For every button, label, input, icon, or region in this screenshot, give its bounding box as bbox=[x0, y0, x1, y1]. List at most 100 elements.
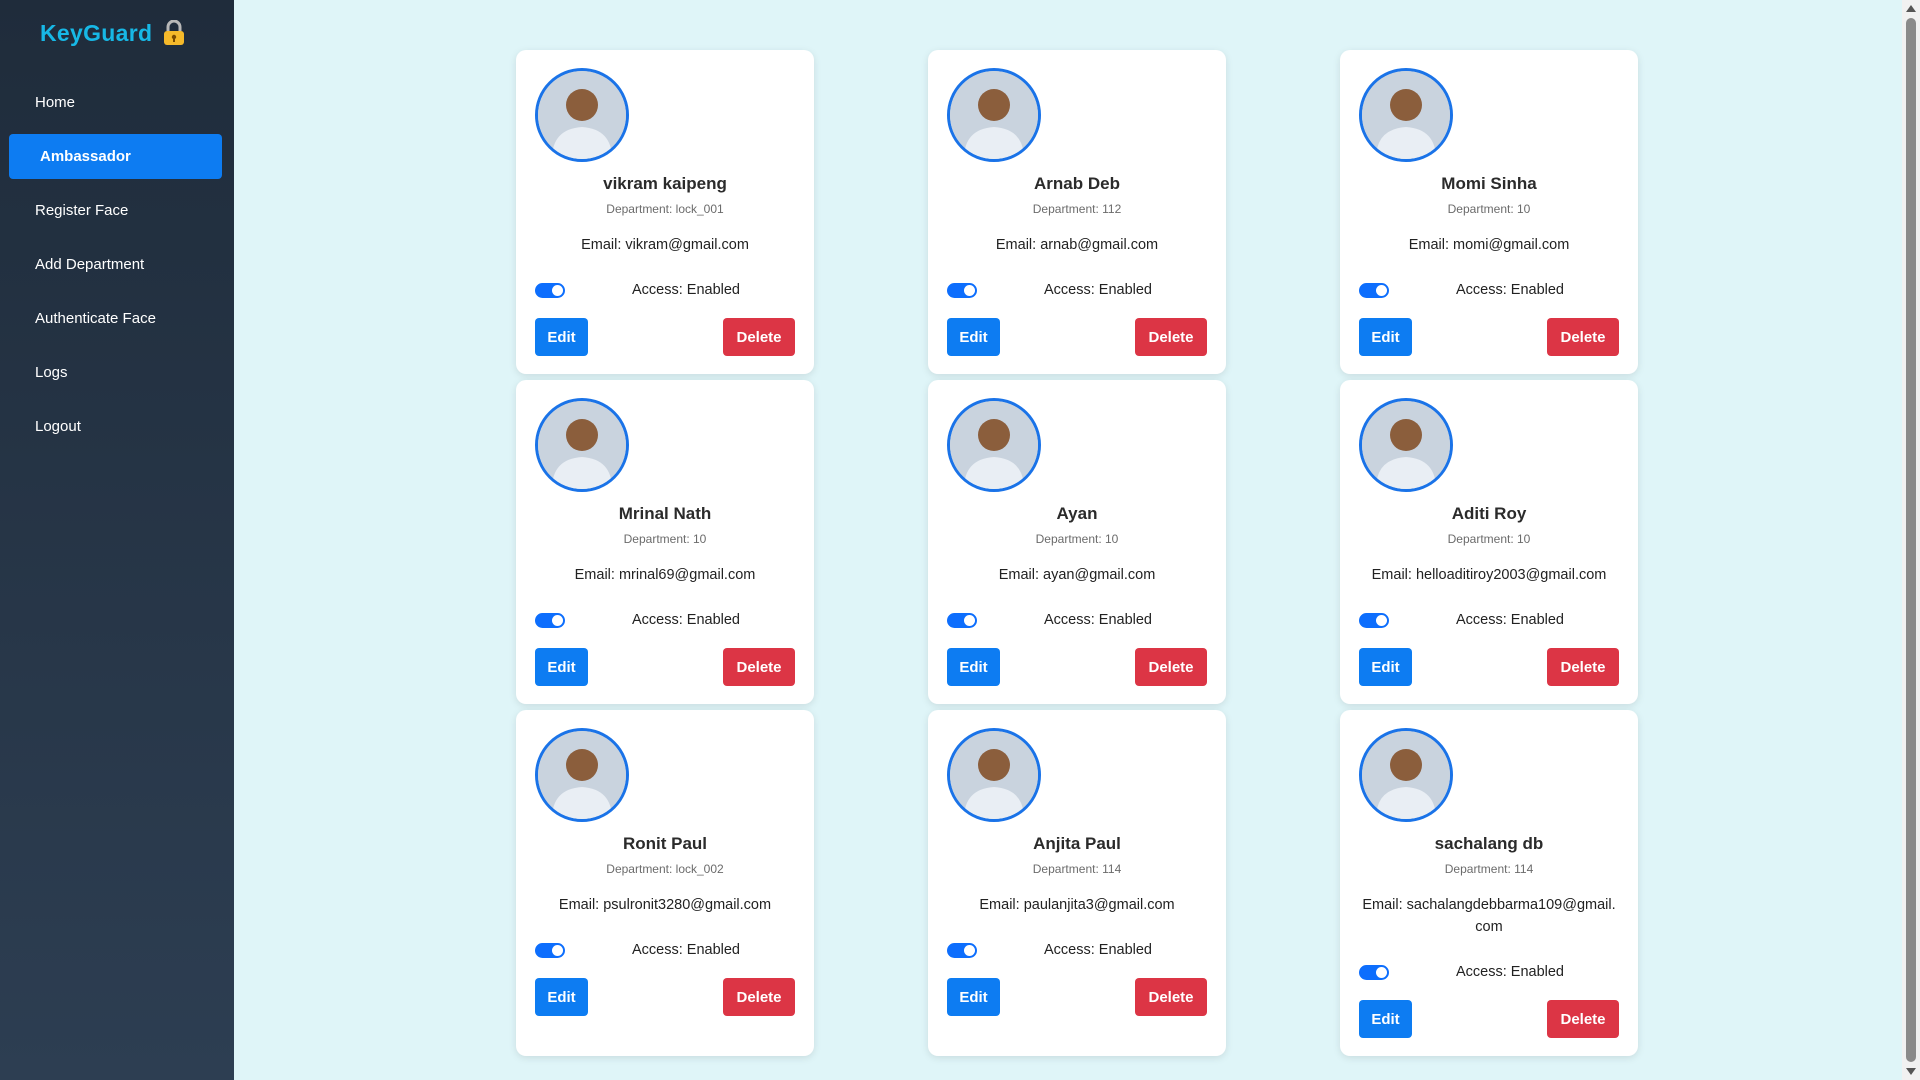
access-status: Access: Enabled bbox=[1043, 942, 1152, 958]
access-status: Access: Enabled bbox=[631, 942, 740, 958]
ambassador-department: Department: lock_002 bbox=[606, 862, 724, 876]
access-toggle[interactable] bbox=[947, 612, 977, 628]
ambassador-email: Email: paulanjita3@gmail.com bbox=[979, 897, 1175, 913]
edit-button[interactable]: Edit bbox=[535, 318, 588, 356]
access-status: Access: Enabled bbox=[1043, 282, 1152, 298]
main-content: vikram kaipeng Department: lock_001 Emai… bbox=[234, 0, 1902, 1080]
ambassador-name: vikram kaipeng bbox=[603, 174, 727, 193]
ambassador-email: Email: sachalangdebbarma109@gmail.com bbox=[1362, 897, 1616, 935]
app-title: KeyGuard bbox=[40, 19, 153, 46]
edit-button[interactable]: Edit bbox=[1359, 648, 1412, 686]
access-row: Access: Enabled bbox=[535, 280, 795, 300]
delete-button[interactable]: Delete bbox=[1547, 318, 1619, 356]
access-status: Access: Enabled bbox=[1455, 964, 1564, 980]
edit-button[interactable]: Edit bbox=[535, 648, 588, 686]
ambassador-department: Department: 112 bbox=[1032, 202, 1122, 216]
ambassador-card: vikram kaipeng Department: lock_001 Emai… bbox=[516, 50, 814, 374]
ambassador-name: Arnab Deb bbox=[1034, 174, 1120, 193]
ambassador-department: Department: 10 bbox=[1035, 532, 1119, 546]
edit-button[interactable]: Edit bbox=[947, 648, 1000, 686]
sidebar-item-home[interactable]: Home bbox=[12, 80, 222, 125]
sidebar-item-authenticate-face[interactable]: Authenticate Face bbox=[12, 296, 222, 341]
ambassador-department: Department: 10 bbox=[1447, 532, 1531, 546]
scroll-up-icon[interactable] bbox=[1906, 5, 1916, 12]
edit-button[interactable]: Edit bbox=[947, 978, 1000, 1016]
access-status: Access: Enabled bbox=[631, 282, 740, 298]
sidebar-item-ambassador[interactable]: Ambassador bbox=[12, 134, 222, 179]
page-scrollbar[interactable] bbox=[1902, 0, 1920, 1080]
delete-button[interactable]: Delete bbox=[1135, 978, 1207, 1016]
delete-button[interactable]: Delete bbox=[1135, 648, 1207, 686]
ambassador-department: Department: 10 bbox=[623, 532, 707, 546]
sidebar-item-register-face[interactable]: Register Face bbox=[12, 188, 222, 233]
card-actions: Edit Delete bbox=[535, 318, 795, 356]
delete-button[interactable]: Delete bbox=[1135, 318, 1207, 356]
ambassador-department: Department: lock_001 bbox=[606, 202, 724, 216]
edit-button[interactable]: Edit bbox=[1359, 1000, 1412, 1038]
ambassador-name: sachalang db bbox=[1434, 834, 1544, 853]
access-toggle[interactable] bbox=[535, 282, 565, 298]
card-actions: Edit Delete bbox=[1359, 1000, 1619, 1038]
ambassador-card: Momi Sinha Department: 10 Email: momi@gm… bbox=[1340, 50, 1638, 374]
delete-button[interactable]: Delete bbox=[1547, 1000, 1619, 1038]
access-toggle[interactable] bbox=[947, 942, 977, 958]
avatar bbox=[535, 398, 629, 492]
card-actions: Edit Delete bbox=[947, 648, 1207, 686]
delete-button[interactable]: Delete bbox=[723, 318, 795, 356]
access-toggle[interactable] bbox=[1359, 612, 1389, 628]
delete-button[interactable]: Delete bbox=[723, 648, 795, 686]
card-actions: Edit Delete bbox=[535, 648, 795, 686]
access-toggle[interactable] bbox=[947, 282, 977, 298]
sidebar-item-logs[interactable]: Logs bbox=[12, 350, 222, 395]
avatar bbox=[947, 728, 1041, 822]
scroll-down-icon[interactable] bbox=[1906, 1068, 1916, 1075]
access-row: Access: Enabled bbox=[1359, 610, 1619, 630]
sidebar-item-logout[interactable]: Logout bbox=[12, 404, 222, 449]
ambassador-department: Department: 114 bbox=[1032, 862, 1122, 876]
ambassador-card: Ayan Department: 10 Email: ayan@gmail.co… bbox=[928, 380, 1226, 704]
card-actions: Edit Delete bbox=[947, 318, 1207, 356]
edit-button[interactable]: Edit bbox=[1359, 318, 1412, 356]
scroll-thumb[interactable] bbox=[1906, 18, 1916, 1062]
ambassador-name: Ronit Paul bbox=[622, 834, 708, 853]
access-row: Access: Enabled bbox=[535, 610, 795, 630]
ambassador-name: Anjita Paul bbox=[1033, 834, 1121, 853]
ambassador-card: sachalang db Department: 114 Email: sach… bbox=[1340, 710, 1638, 1056]
edit-button[interactable]: Edit bbox=[535, 978, 588, 1016]
ambassador-email: Email: mrinal69@gmail.com bbox=[574, 567, 756, 583]
ambassador-card: Ronit Paul Department: lock_002 Email: p… bbox=[516, 710, 814, 1056]
ambassador-card: Mrinal Nath Department: 10 Email: mrinal… bbox=[516, 380, 814, 704]
ambassador-email: Email: ayan@gmail.com bbox=[998, 567, 1156, 583]
delete-button[interactable]: Delete bbox=[1547, 648, 1619, 686]
access-status: Access: Enabled bbox=[1455, 282, 1564, 298]
access-row: Access: Enabled bbox=[947, 280, 1207, 300]
ambassador-card: Anjita Paul Department: 114 Email: paula… bbox=[928, 710, 1226, 1056]
ambassador-name: Mrinal Nath bbox=[618, 504, 712, 523]
card-actions: Edit Delete bbox=[1359, 318, 1619, 356]
ambassador-name: Momi Sinha bbox=[1441, 174, 1537, 193]
access-row: Access: Enabled bbox=[1359, 962, 1619, 982]
ambassador-name: Ayan bbox=[1056, 504, 1098, 523]
access-status: Access: Enabled bbox=[1043, 612, 1152, 628]
ambassador-email: Email: psulronit3280@gmail.com bbox=[558, 897, 772, 913]
access-status: Access: Enabled bbox=[1455, 612, 1564, 628]
brand[interactable]: KeyGuard bbox=[40, 18, 186, 48]
ambassador-department: Department: 10 bbox=[1447, 202, 1531, 216]
sidebar-item-add-department[interactable]: Add Department bbox=[12, 242, 222, 287]
access-toggle[interactable] bbox=[1359, 282, 1389, 298]
delete-button[interactable]: Delete bbox=[723, 978, 795, 1016]
card-actions: Edit Delete bbox=[1359, 648, 1619, 686]
ambassador-card: Arnab Deb Department: 112 Email: arnab@g… bbox=[928, 50, 1226, 374]
access-toggle[interactable] bbox=[1359, 964, 1389, 980]
lock-icon bbox=[162, 19, 186, 46]
edit-button[interactable]: Edit bbox=[947, 318, 1000, 356]
access-row: Access: Enabled bbox=[535, 940, 795, 960]
ambassador-email: Email: arnab@gmail.com bbox=[995, 237, 1159, 253]
ambassador-grid: vikram kaipeng Department: lock_001 Emai… bbox=[516, 50, 1638, 1056]
access-toggle[interactable] bbox=[535, 942, 565, 958]
access-toggle[interactable] bbox=[535, 612, 565, 628]
ambassador-email: Email: helloaditiroy2003@gmail.com bbox=[1371, 567, 1607, 583]
avatar bbox=[1359, 68, 1453, 162]
ambassador-email: Email: vikram@gmail.com bbox=[581, 237, 749, 253]
ambassador-name: Aditi Roy bbox=[1451, 504, 1527, 523]
